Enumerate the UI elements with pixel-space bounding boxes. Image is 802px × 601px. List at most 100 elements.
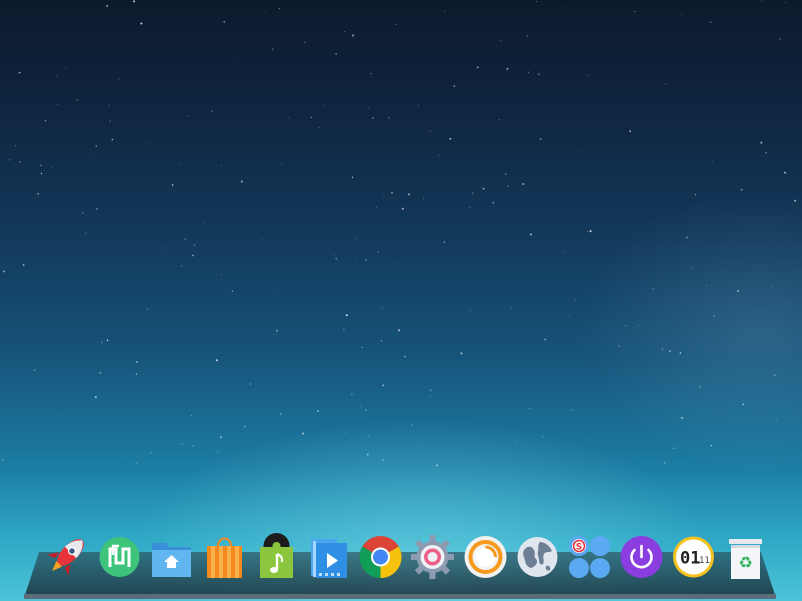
trash-icon: ♻ — [729, 539, 763, 579]
star — [150, 452, 152, 454]
star — [302, 432, 304, 435]
star — [716, 266, 718, 268]
star — [382, 384, 384, 387]
movie-player-icon — [310, 539, 347, 578]
star — [652, 287, 654, 290]
shopping-bag-icon — [206, 537, 242, 578]
dock: S 01 11 ♻ — [46, 531, 763, 579]
star — [202, 222, 204, 224]
star — [586, 230, 588, 232]
star — [589, 230, 592, 233]
star — [505, 173, 507, 175]
star — [140, 22, 143, 25]
star — [544, 338, 547, 341]
star — [37, 192, 40, 195]
star — [352, 34, 355, 37]
star — [742, 403, 745, 406]
clock-minute-text: 11 — [699, 556, 710, 566]
star — [159, 247, 162, 249]
star — [699, 386, 701, 388]
dock-item-clock[interactable]: 01 11 — [672, 533, 715, 579]
star — [304, 41, 306, 44]
star — [679, 352, 682, 354]
star — [217, 450, 219, 453]
star — [76, 98, 79, 101]
star — [324, 104, 326, 106]
star — [681, 14, 682, 15]
star — [629, 130, 632, 133]
dock-item-screen-recorder[interactable] — [464, 533, 507, 579]
star — [713, 315, 715, 317]
star — [417, 104, 419, 106]
star — [581, 150, 582, 151]
dock-item-control-center[interactable] — [411, 533, 455, 579]
star — [278, 8, 280, 10]
desktop[interactable]: S 01 11 ♻ — [0, 0, 802, 601]
star — [187, 115, 189, 117]
star — [401, 207, 404, 210]
star — [706, 285, 707, 287]
star — [262, 239, 264, 241]
star — [85, 232, 87, 234]
star — [33, 369, 36, 372]
star — [99, 371, 102, 374]
star — [375, 206, 377, 208]
star — [482, 187, 485, 190]
star — [507, 185, 510, 188]
star — [443, 241, 446, 244]
dock-item-launcher[interactable] — [46, 533, 89, 579]
star — [61, 413, 63, 415]
star — [367, 107, 369, 109]
star — [381, 307, 384, 310]
star — [388, 117, 390, 119]
star — [398, 329, 401, 332]
star — [526, 35, 528, 37]
star — [249, 383, 252, 385]
star — [355, 237, 356, 239]
dock-item-trash[interactable]: ♻ — [724, 533, 767, 579]
star — [429, 130, 432, 132]
star — [769, 241, 770, 243]
star — [264, 12, 266, 14]
chrome-icon — [359, 536, 402, 578]
star — [366, 453, 369, 456]
dock-item-music-player[interactable] — [255, 533, 298, 579]
star — [407, 193, 410, 196]
star — [492, 202, 495, 204]
dock-item-shutdown[interactable] — [620, 533, 663, 579]
star — [499, 39, 502, 42]
star — [472, 192, 474, 194]
star — [240, 180, 243, 183]
star — [571, 409, 573, 411]
dock-item-chrome[interactable] — [359, 533, 402, 579]
star — [288, 117, 290, 119]
star — [564, 6, 566, 8]
star — [460, 352, 463, 355]
star — [781, 83, 782, 84]
star — [95, 145, 97, 147]
star — [181, 443, 183, 445]
star — [429, 396, 431, 397]
star — [215, 359, 218, 362]
star — [663, 461, 666, 464]
star — [192, 445, 194, 447]
star — [351, 176, 354, 179]
star — [542, 436, 544, 438]
star — [2, 459, 4, 461]
star — [784, 171, 786, 174]
star — [335, 257, 338, 260]
dock-item-browser[interactable] — [516, 533, 559, 579]
dock-item-system-monitor[interactable]: S — [568, 533, 611, 579]
dock-item-deepin-store[interactable] — [98, 533, 141, 579]
star — [10, 114, 12, 116]
star — [136, 361, 139, 363]
star — [22, 264, 25, 266]
dock-item-video-player[interactable] — [307, 533, 350, 579]
star — [469, 309, 471, 312]
dock-item-file-manager[interactable] — [150, 533, 193, 579]
star — [765, 152, 767, 154]
dock-item-app-store[interactable] — [203, 533, 246, 579]
star — [351, 393, 353, 395]
star — [50, 166, 52, 168]
star — [392, 263, 394, 264]
